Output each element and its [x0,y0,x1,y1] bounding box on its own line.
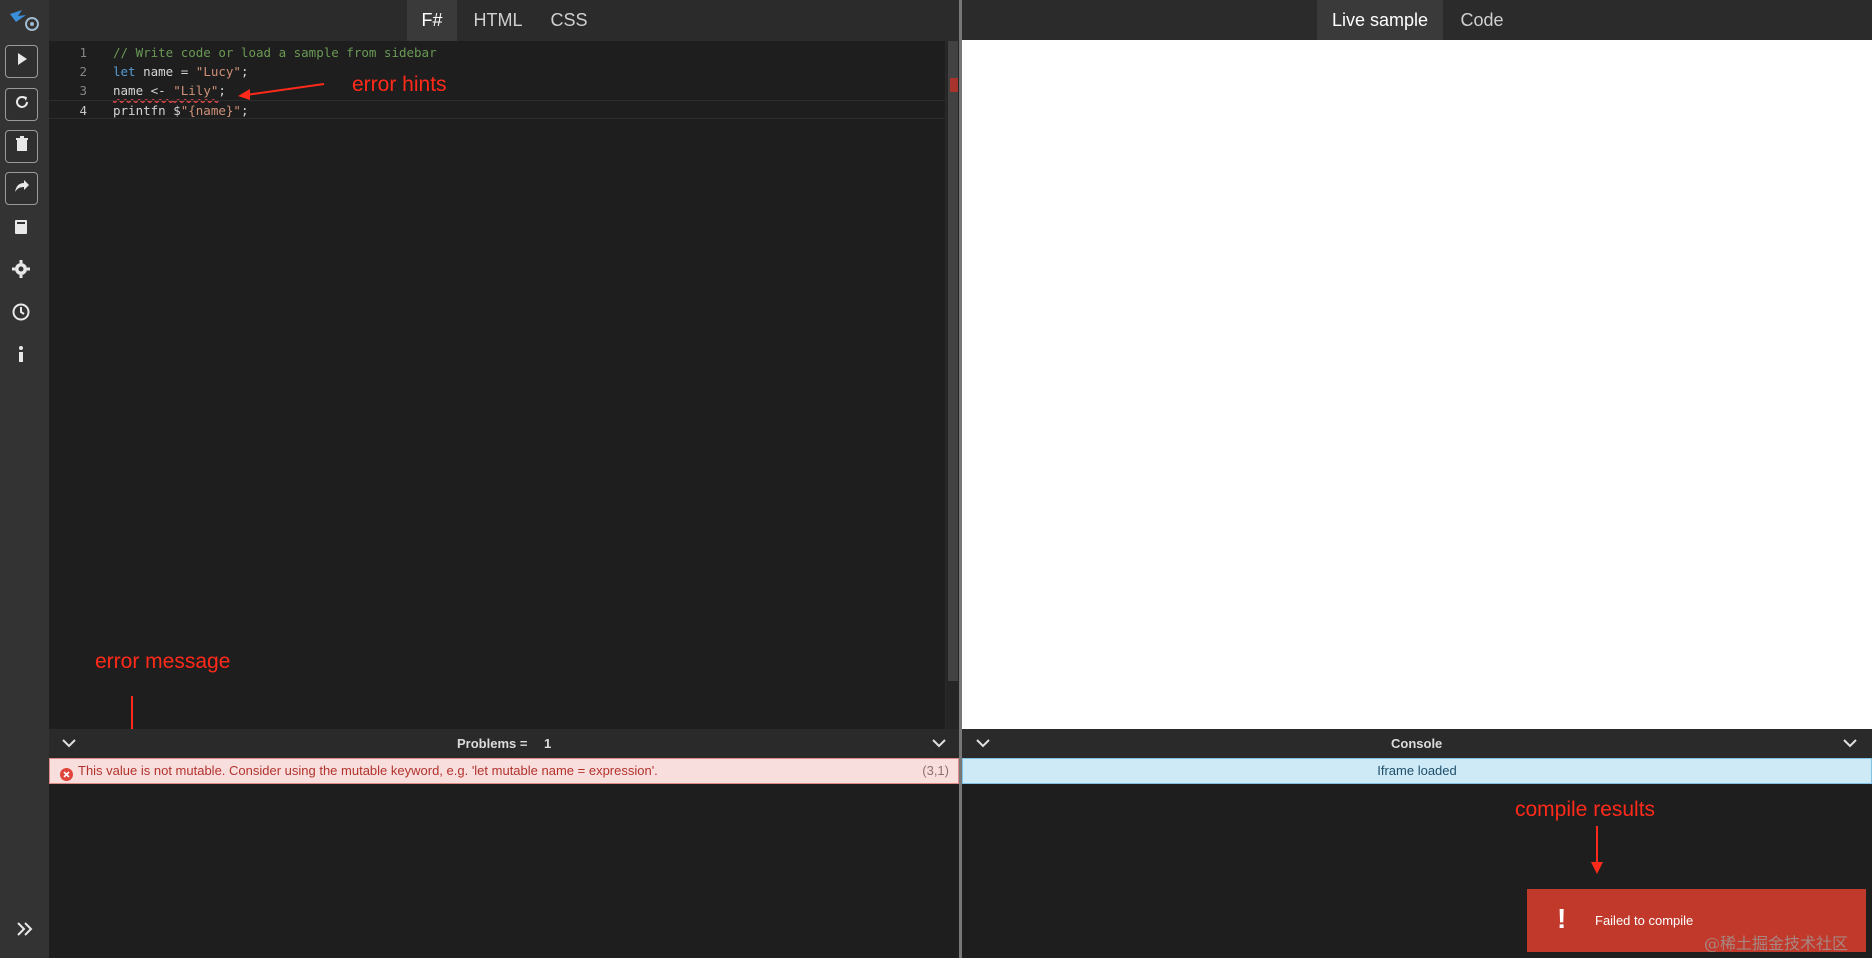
preview-tabbar: Live sample Code [962,0,1872,40]
toast-message: Failed to compile [1595,913,1694,928]
settings-button[interactable] [8,258,34,284]
chevron-down-icon[interactable] [1841,734,1859,752]
chevron-down-icon[interactable] [60,734,78,752]
error-scroll-marker [950,78,958,92]
exclamation-icon: ! [1557,903,1567,934]
annotation-arrow-compile [1591,826,1603,874]
annotation-error-message: error message [95,650,231,673]
trash-icon [15,136,29,157]
code-editor[interactable]: 1 // Write code or load a sample from sid… [49,41,945,729]
info-button[interactable] [8,343,34,369]
code-text: // Write code or load a sample from side… [113,43,437,62]
annotation-arrow-hints [238,83,325,100]
error-circle-icon [60,765,73,781]
live-sample-iframe[interactable] [962,40,1872,729]
editor-scroll-thumb[interactable] [948,41,958,681]
code-token: ; [218,83,226,98]
clock-icon [12,303,30,326]
tab-live-sample[interactable]: Live sample [1317,0,1443,40]
editor-scrollbar[interactable] [945,41,960,729]
expand-sidebar-button[interactable] [12,918,38,944]
console-message: Iframe loaded [962,758,1872,784]
problem-message: This value is not mutable. Consider usin… [78,763,658,778]
sidebar [0,0,49,958]
editor-tabbar: F# HTML CSS [49,0,959,41]
tab-code[interactable]: Code [1451,0,1513,40]
tab-css[interactable]: CSS [539,0,599,41]
code-token: ; [240,64,249,79]
problems-count: 1 [544,736,552,751]
console-header[interactable]: Console [962,729,1872,758]
watermark: @稀土掘金技术社区 [1704,934,1849,953]
line-number: 1 [79,45,87,60]
expand-icon [16,921,34,942]
code-line[interactable]: 4 printfn $"{name}"; [49,100,945,119]
line-number: 2 [79,64,87,79]
code-text: let name = "Lucy"; [113,62,248,81]
chevron-down-icon[interactable] [930,734,948,752]
run-button[interactable] [5,45,38,78]
code-token: ; [240,103,249,118]
problem-location: (3,1) [922,763,949,778]
book-icon [14,219,28,240]
problems-body [49,758,959,958]
gear-icon [12,259,30,283]
annotation-error-hints: error hints [352,73,447,96]
code-token: name = [135,64,196,79]
samples-button[interactable] [8,216,34,242]
code-text: name <- "Lily"; [113,81,226,100]
line-number: 4 [79,103,87,118]
refresh-icon [14,94,30,115]
code-token: "{name}" [180,103,241,118]
app-logo-icon [8,6,42,36]
code-line[interactable]: 1 // Write code or load a sample from sid… [49,43,945,62]
code-token: printfn $ [113,103,181,118]
code-text: printfn $"{name}"; [113,101,248,120]
share-icon [14,179,30,198]
tab-html[interactable]: HTML [463,0,533,41]
history-button[interactable] [8,301,34,327]
chevron-down-icon[interactable] [974,734,992,752]
code-line[interactable]: 2 let name = "Lucy"; [49,62,945,81]
code-token: // Write code or load a sample from side… [113,45,437,60]
play-icon [15,52,29,71]
code-token: let [113,64,136,79]
problems-header[interactable]: Problems = 1 [49,729,959,758]
code-line[interactable]: 3 name <- "Lily"; [49,81,945,100]
refresh-button[interactable] [5,88,38,121]
info-icon [16,345,26,368]
console-title: Console [1391,736,1443,751]
annotation-compile-results: compile results [1515,798,1656,821]
problems-title: Problems = [457,736,528,751]
tab-fsharp[interactable]: F# [407,0,457,41]
code-token-error: "Lily" [173,83,219,98]
problem-row[interactable]: This value is not mutable. Consider usin… [49,758,959,784]
code-token-error: name <- [113,83,174,98]
line-number: 3 [79,83,87,98]
share-button[interactable] [5,172,38,205]
code-token: "Lucy" [195,64,241,79]
clear-button[interactable] [5,130,38,163]
